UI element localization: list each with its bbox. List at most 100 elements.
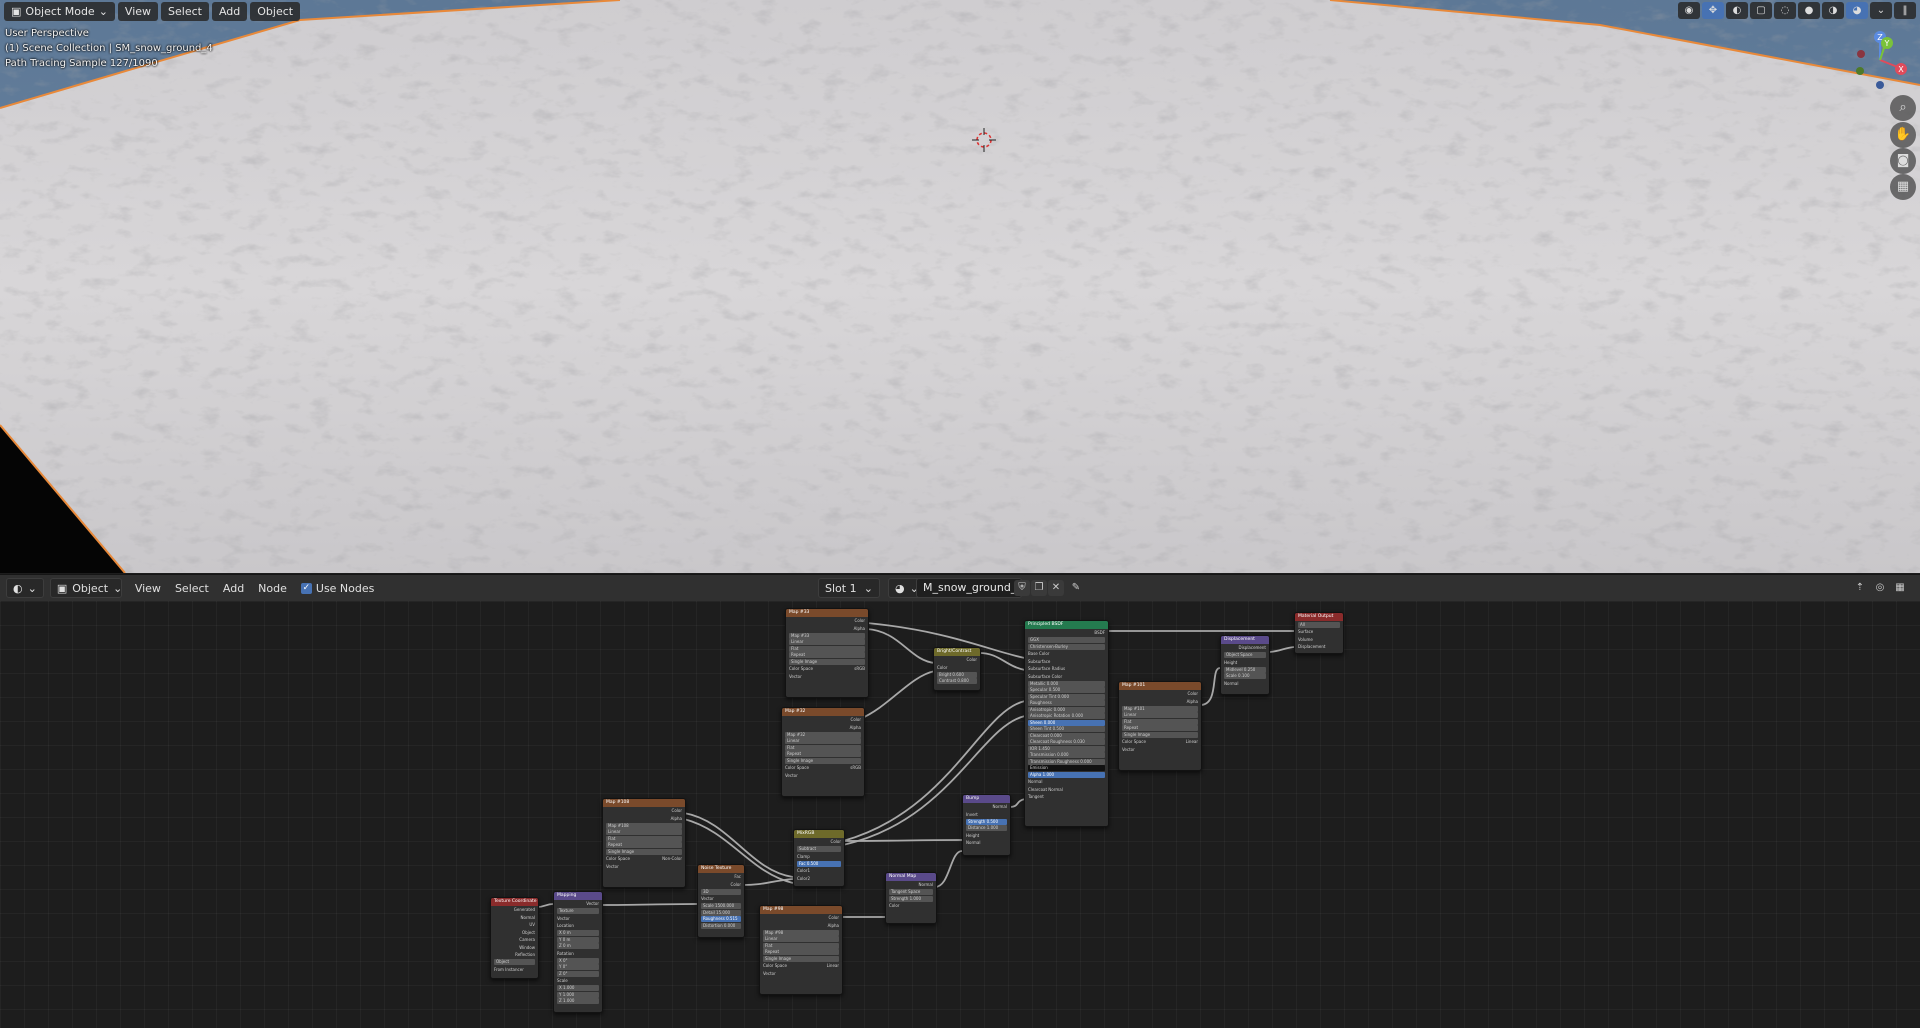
bsdf-value-field[interactable]: IOR 1.450 bbox=[1028, 745, 1105, 752]
rotation-field[interactable]: Y 0° bbox=[557, 964, 599, 970]
node-img_top[interactable]: Map #33 Color Alpha Map #33 Linear Flat Repeat… bbox=[785, 608, 869, 698]
image-option-dropdown[interactable]: Single Image bbox=[763, 955, 839, 962]
location-field[interactable]: Y 0 m bbox=[557, 936, 599, 943]
midlevel-field[interactable]: Midlevel 0.250 bbox=[1224, 666, 1266, 673]
node-img_left[interactable]: Map #108 Color Alpha Map #108 Linear Flat Repe… bbox=[602, 798, 686, 888]
node-title[interactable]: Principled BSDF bbox=[1025, 621, 1108, 629]
node-displacement[interactable]: Displacement Displacement Object Space Heig… bbox=[1220, 635, 1270, 695]
image-option-dropdown[interactable]: Single Image bbox=[606, 848, 682, 855]
contrast-field[interactable]: Contrast 0.800 bbox=[937, 678, 977, 684]
bsdf-value-field[interactable]: Metallic 0.000 bbox=[1028, 680, 1105, 687]
target-dropdown[interactable]: All bbox=[1298, 621, 1340, 628]
shader-type-dropdown[interactable]: ▣ Object ⌄ bbox=[49, 578, 122, 598]
image-selector[interactable]: Map #33 bbox=[789, 632, 865, 639]
image-option-dropdown[interactable]: Repeat bbox=[789, 652, 865, 658]
mapping-type-dropdown[interactable]: Texture bbox=[557, 908, 599, 914]
node-normal_map[interactable]: Normal Map Normal Tangent Space Strength 1.… bbox=[885, 872, 937, 924]
image-option-dropdown[interactable]: Flat bbox=[606, 835, 682, 842]
gizmo-toggle-icon[interactable]: ✥ bbox=[1702, 2, 1724, 19]
menu-object[interactable]: Object bbox=[250, 2, 301, 21]
image-option-dropdown[interactable]: Flat bbox=[789, 645, 865, 652]
scale-field[interactable]: Scale 0.100 bbox=[1224, 673, 1266, 679]
menu-view[interactable]: View bbox=[128, 580, 168, 597]
node-bump[interactable]: Bump Normal Invert Strength 0.500 Distance 1… bbox=[962, 794, 1011, 856]
object-field[interactable]: Object bbox=[494, 959, 535, 965]
strength-field[interactable]: Strength 1.000 bbox=[889, 895, 933, 902]
node-img_right[interactable]: Map #101 Color Alpha Map #101 Linear Flat Repe… bbox=[1118, 681, 1202, 771]
image-option-dropdown[interactable]: Repeat bbox=[606, 842, 682, 848]
image-selector[interactable]: Map #32 bbox=[785, 731, 861, 738]
color-space-value[interactable]: sRGB bbox=[854, 665, 865, 673]
distortion-field[interactable]: Distortion 0.000 bbox=[701, 922, 741, 929]
image-option-dropdown[interactable]: Linear bbox=[789, 639, 865, 645]
location-field[interactable]: Z 0 m bbox=[557, 943, 599, 949]
node-mix[interactable]: MixRGB Color Subtract Clamp Fac 0.500 Color1 C… bbox=[793, 829, 845, 887]
space-dropdown[interactable]: Object Space bbox=[1224, 652, 1266, 658]
scale-field[interactable]: Y 1.000 bbox=[557, 991, 599, 998]
alpha-field[interactable]: Alpha 1.000 bbox=[1028, 771, 1105, 778]
parent-node-tree-icon[interactable]: ⇡ bbox=[1852, 580, 1868, 596]
material-name-field[interactable]: M_snow_ground_4 bbox=[916, 578, 1023, 598]
node-title[interactable]: MixRGB bbox=[794, 830, 844, 838]
3d-viewport[interactable]: ▣ Object Mode ⌄ View Select Add Object U… bbox=[0, 0, 1920, 573]
pan-hand-icon[interactable]: ✋ bbox=[1890, 122, 1916, 148]
pin-icon[interactable]: ✎ bbox=[1068, 580, 1084, 596]
snap-target-icon[interactable]: ▦ bbox=[1892, 580, 1908, 596]
bsdf-value-field[interactable]: Transmission 0.000 bbox=[1028, 752, 1105, 758]
node-title[interactable]: Map #101 bbox=[1119, 682, 1201, 690]
overlay-toggle-icon[interactable]: ◐ bbox=[1726, 2, 1748, 19]
node-title[interactable]: Material Output bbox=[1295, 613, 1343, 621]
ortho-toggle-icon[interactable]: ▦ bbox=[1890, 174, 1916, 200]
navigation-gizmo[interactable]: Z Y X bbox=[1848, 28, 1912, 92]
use-nodes-checkbox[interactable]: ✓ Use Nodes bbox=[294, 580, 382, 597]
image-option-dropdown[interactable]: Single Image bbox=[789, 658, 865, 665]
bsdf-value-field[interactable]: Transmission Roughness 0.000 bbox=[1028, 758, 1105, 765]
scale-field[interactable]: Scale 1500.000 bbox=[701, 903, 741, 909]
rotation-field[interactable]: Z 0° bbox=[557, 970, 599, 977]
material-shading-icon[interactable]: ◑ bbox=[1822, 2, 1844, 19]
color-space-value[interactable]: Linear bbox=[1186, 738, 1198, 746]
node-noise[interactable]: Noise Texture Fac Color 3D Vector Scale 1500.… bbox=[697, 864, 745, 938]
fake-user-shield-icon[interactable]: ⛨ bbox=[1014, 580, 1030, 596]
strength-field[interactable]: Strength 0.500 bbox=[966, 818, 1007, 825]
node-title[interactable]: Normal Map bbox=[886, 873, 936, 881]
node-title[interactable]: Map #108 bbox=[603, 799, 685, 807]
bsdf-value-field[interactable]: Anisotropic 0.000 bbox=[1028, 706, 1105, 713]
mode-dropdown[interactable]: ▣ Object Mode ⌄ bbox=[4, 2, 115, 21]
image-option-dropdown[interactable]: Linear bbox=[785, 738, 861, 744]
subsurface-method-dropdown[interactable]: Christensen-Burley bbox=[1028, 643, 1105, 650]
color-space-value[interactable]: sRGB bbox=[850, 764, 861, 772]
location-field[interactable]: X 0 m bbox=[557, 930, 599, 936]
bsdf-value-field[interactable]: Specular 0.500 bbox=[1028, 687, 1105, 693]
slot-dropdown[interactable]: Slot 1 ⌄ bbox=[818, 578, 880, 598]
node-title[interactable]: Map #33 bbox=[786, 609, 868, 617]
node-title[interactable]: Bright/Contrast bbox=[934, 648, 980, 656]
node-title[interactable]: Mapping bbox=[554, 892, 602, 900]
menu-add[interactable]: Add bbox=[211, 2, 248, 21]
color-space-value[interactable]: Linear bbox=[827, 962, 839, 970]
menu-node[interactable]: Node bbox=[251, 580, 294, 597]
color-space-value[interactable]: Non-Color bbox=[662, 855, 682, 863]
scale-field[interactable]: X 1.000 bbox=[557, 985, 599, 991]
node-title[interactable]: Bump bbox=[963, 795, 1010, 803]
blend-mode-dropdown[interactable]: Subtract bbox=[797, 846, 841, 852]
node-tex_coord[interactable]: Texture Coordinate Generated Normal UV Objec… bbox=[490, 897, 539, 979]
duplicate-material-icon[interactable]: ❐ bbox=[1031, 580, 1047, 596]
bsdf-value-field[interactable]: Roughness bbox=[1028, 700, 1105, 706]
image-option-dropdown[interactable]: Single Image bbox=[785, 757, 861, 764]
bsdf-value-field[interactable]: Specular Tint 0.000 bbox=[1028, 693, 1105, 700]
scale-field[interactable]: Z 1.000 bbox=[557, 998, 599, 1004]
bsdf-value-field[interactable]: Sheen Tint 0.500 bbox=[1028, 726, 1105, 732]
image-option-dropdown[interactable]: Repeat bbox=[785, 751, 861, 757]
menu-select[interactable]: Select bbox=[161, 2, 209, 21]
detail-field[interactable]: Detail 15.000 bbox=[701, 909, 741, 916]
zoom-icon[interactable]: ⌕ bbox=[1890, 95, 1916, 121]
fac-field[interactable]: Fac 0.500 bbox=[797, 860, 841, 867]
distribution-dropdown[interactable]: GGX bbox=[1028, 637, 1105, 643]
solid-shading-icon[interactable]: ● bbox=[1798, 2, 1820, 19]
menu-select[interactable]: Select bbox=[168, 580, 216, 597]
node-bsdf[interactable]: Principled BSDF BSDF GGX Christensen-Burley… bbox=[1024, 620, 1109, 827]
toggle-sidebar-icon[interactable]: ‖ bbox=[1894, 2, 1916, 19]
node-title[interactable]: Map #32 bbox=[782, 708, 864, 716]
bsdf-value-field[interactable]: Clearcoat Roughness 0.030 bbox=[1028, 739, 1105, 745]
